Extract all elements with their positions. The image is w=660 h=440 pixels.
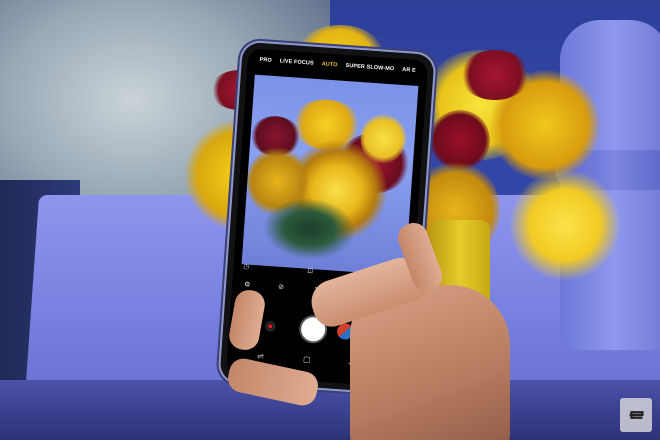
flash-off-icon[interactable]: ⊘ (278, 283, 284, 291)
mode-super-slow-mo[interactable]: SUPER SLOW-MO (345, 63, 394, 80)
mode-pro[interactable]: PRO (259, 57, 272, 72)
engadget-e-icon (629, 411, 644, 419)
home-icon[interactable]: ▢ (303, 355, 311, 365)
flash-icon[interactable]: ⊡ (307, 267, 313, 275)
mode-ar[interactable]: AR E (401, 67, 416, 82)
mode-auto[interactable]: AUTO (321, 61, 337, 76)
gear-icon[interactable]: ⚙ (244, 280, 251, 288)
recent-apps-icon[interactable]: ⇌ (257, 351, 264, 360)
engadget-logo (620, 398, 652, 432)
timer-icon[interactable]: ◷ (243, 262, 250, 270)
record-icon[interactable] (264, 320, 276, 332)
camera-viewfinder[interactable] (241, 74, 419, 276)
mode-live-focus[interactable]: LIVE FOCUS (279, 58, 314, 74)
table-edge (0, 380, 660, 440)
